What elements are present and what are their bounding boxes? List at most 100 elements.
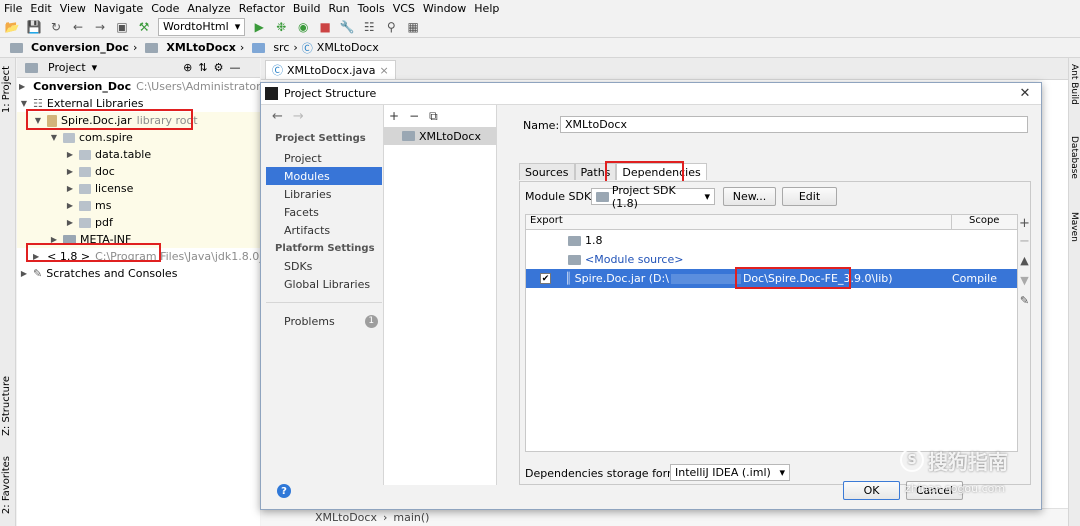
column-header-export[interactable]: Export — [526, 215, 952, 229]
highlight-box — [26, 109, 193, 130]
scratches-icon: ✎ — [33, 267, 43, 280]
export-checkbox[interactable]: ✔ — [540, 273, 551, 284]
new-sdk-button[interactable]: New... — [723, 187, 776, 206]
tab-sources[interactable]: Sources — [519, 163, 575, 180]
chevron-right-icon: › — [382, 511, 388, 524]
locate-icon[interactable]: ⊕ — [183, 61, 192, 74]
gear-icon[interactable]: ⚙ — [214, 61, 224, 74]
dependency-name: <Module source> — [585, 253, 684, 266]
package-icon — [79, 166, 91, 177]
back-icon[interactable]: ← — [272, 109, 283, 124]
remove-icon[interactable]: − — [1017, 234, 1032, 254]
collapse-icon[interactable]: ⇅ — [198, 61, 207, 74]
menu-edit[interactable]: Edit — [26, 2, 55, 15]
breadcrumb-src[interactable]: src — [273, 41, 289, 54]
ant-build-tool-tab[interactable]: Ant Build — [1069, 64, 1079, 105]
tree-row-project[interactable]: ▶ Conversion_Doc C:\Users\Administrator\… — [17, 78, 260, 95]
close-icon[interactable]: ✕ — [1015, 86, 1035, 101]
back-icon[interactable]: ← — [70, 19, 86, 35]
dependency-row[interactable]: 1.8 — [526, 231, 1017, 250]
menu-help[interactable]: Help — [470, 2, 503, 15]
vcs-icon[interactable]: ▦ — [405, 19, 421, 35]
column-header-scope[interactable]: Scope — [952, 215, 1017, 229]
structure-tool-tab[interactable]: Z: Structure — [1, 376, 12, 436]
project-structure-icon[interactable]: ☷ — [361, 19, 377, 35]
run-config-select[interactable]: WordtoHtml ▾ — [158, 17, 246, 36]
nav-item-global-libraries[interactable]: Global Libraries — [266, 275, 382, 293]
tree-row-package[interactable]: ▶ doc — [17, 163, 260, 180]
remove-icon[interactable]: − — [409, 109, 419, 123]
chevron-down-icon: ▾ — [704, 190, 710, 203]
open-folder-icon[interactable]: 📂 — [4, 19, 20, 35]
tree-row-scratches[interactable]: ▶ ✎ Scratches and Consoles — [17, 265, 260, 282]
dependency-name: 1.8 — [585, 234, 603, 247]
minimize-icon[interactable]: — — [229, 61, 240, 74]
nav-item-project[interactable]: Project — [266, 149, 382, 167]
search-icon[interactable]: ⚲ — [383, 19, 399, 35]
menu-analyze[interactable]: Analyze — [183, 2, 234, 15]
stop-icon[interactable]: ■ — [317, 19, 333, 35]
nav-item-sdks[interactable]: SDKs — [266, 257, 382, 275]
save-icon[interactable]: 💾 — [26, 19, 42, 35]
storage-format-value: IntelliJ IDEA (.iml) — [675, 466, 771, 479]
sync-icon[interactable]: ↻ — [48, 19, 64, 35]
tree-row-package[interactable]: ▶ ms — [17, 197, 260, 214]
move-down-icon[interactable]: ▼ — [1017, 274, 1032, 294]
tree-row-package[interactable]: ▼ com.spire — [17, 129, 260, 146]
menu-vcs[interactable]: VCS — [389, 2, 419, 15]
nav-item-problems[interactable]: Problems 1 — [266, 312, 382, 330]
tree-row-package[interactable]: ▶ data.table — [17, 146, 260, 163]
menu-code[interactable]: Code — [147, 2, 183, 15]
hammer-icon[interactable]: ⚒ — [136, 19, 152, 35]
nav-item-facets[interactable]: Facets — [266, 203, 382, 221]
edit-pencil-icon[interactable]: ✎ — [1017, 294, 1032, 314]
breadcrumb-project[interactable]: Conversion_Doc — [31, 41, 129, 54]
dependency-scope[interactable]: Compile — [952, 272, 997, 285]
close-icon[interactable]: × — [380, 64, 389, 77]
add-icon[interactable]: + — [389, 109, 399, 123]
nav-item-modules[interactable]: Modules — [266, 167, 382, 185]
project-view-select[interactable]: Project — [48, 61, 86, 74]
tree-row-package[interactable]: ▶ pdf — [17, 214, 260, 231]
tree-label: Conversion_Doc — [33, 80, 132, 93]
menu-build[interactable]: Build — [289, 2, 325, 15]
project-tool-tab[interactable]: 1: Project — [1, 66, 12, 113]
database-tool-tab[interactable]: Database — [1069, 136, 1079, 179]
run-icon[interactable]: ▶ — [251, 19, 267, 35]
nav-item-libraries[interactable]: Libraries — [266, 185, 382, 203]
forward-icon[interactable]: → — [293, 109, 304, 124]
ok-button[interactable]: OK — [843, 481, 900, 500]
move-up-icon[interactable]: ▲ — [1017, 254, 1032, 274]
menu-window[interactable]: Window — [419, 2, 470, 15]
help-icon[interactable]: ? — [277, 484, 291, 498]
storage-format-select[interactable]: IntelliJ IDEA (.iml) ▾ — [670, 464, 790, 481]
maven-tool-tab[interactable]: Maven — [1069, 212, 1079, 242]
editor-tab[interactable]: Ⓒ XMLtoDocx.java × — [265, 60, 396, 79]
coverage-icon[interactable]: ◉ — [295, 19, 311, 35]
forward-icon[interactable]: → — [92, 19, 108, 35]
storage-format-label: Dependencies storage format: — [525, 467, 693, 480]
menu-view[interactable]: View — [56, 2, 90, 15]
favorites-tool-tab[interactable]: 2: Favorites — [1, 456, 12, 514]
add-icon[interactable]: + — [1017, 214, 1032, 234]
module-name-field[interactable]: XMLtoDocx — [560, 116, 1028, 133]
nav-item-artifacts[interactable]: Artifacts — [266, 221, 382, 239]
breadcrumb-class[interactable]: XMLtoDocx — [317, 41, 379, 54]
menu-run[interactable]: Run — [325, 2, 354, 15]
copy-icon[interactable]: ⧉ — [429, 109, 438, 124]
editor-crumb-class[interactable]: XMLtoDocx — [315, 511, 377, 524]
menu-file[interactable]: File — [0, 2, 26, 15]
module-sdk-select[interactable]: Project SDK (1.8) ▾ — [591, 184, 715, 210]
debug-icon[interactable]: ❉ — [273, 19, 289, 35]
editor-crumb-method[interactable]: main() — [393, 511, 429, 524]
menu-refactor[interactable]: Refactor — [235, 2, 289, 15]
edit-sdk-button[interactable]: Edit — [782, 187, 837, 206]
menu-tools[interactable]: Tools — [354, 2, 389, 15]
breadcrumb-module[interactable]: XMLtoDocx — [166, 41, 236, 54]
tree-row-package[interactable]: ▶ license — [17, 180, 260, 197]
settings-wrench-icon[interactable]: 🔧 — [339, 19, 355, 35]
structure-icon[interactable]: ▣ — [114, 19, 130, 35]
module-list-item[interactable]: XMLtoDocx — [384, 127, 496, 145]
menu-navigate[interactable]: Navigate — [90, 2, 147, 15]
dependencies-table: Export Scope 1.8 <Module source> ✔ ║ Spi… — [525, 214, 1018, 452]
